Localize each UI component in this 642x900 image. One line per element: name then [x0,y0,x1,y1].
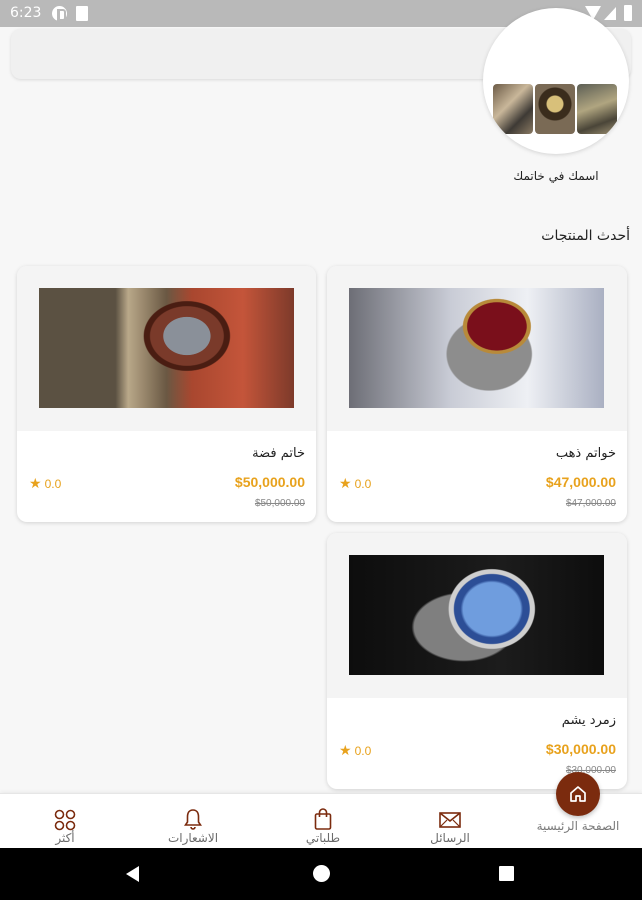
product-old-price: $50,000.00 [254,498,305,509]
product-old-price: $47,000.00 [565,498,616,509]
product-name: خاتم فضة [252,446,305,461]
product-image-area [327,533,627,698]
bell-icon [184,809,202,830]
battery-icon [624,5,632,21]
home-button[interactable] [556,772,600,816]
rating-value: 0.0 [44,477,62,491]
recent-apps-icon[interactable] [499,866,514,881]
shopping-bag-icon [314,808,332,830]
nav-notifications-label: الاشعارات [167,831,219,845]
system-navigation-bar [0,848,642,900]
product-rating: ★ 0.0 [339,475,371,492]
product-rating: ★ 0.0 [339,742,371,759]
nav-notifications[interactable]: الاشعارات [155,794,231,849]
star-icon: ★ [339,475,352,491]
product-price: $50,000.00 [234,474,305,490]
envelope-icon [439,812,461,828]
back-icon[interactable] [126,866,139,882]
product-card[interactable]: خواتم ذهب $47,000.00 $47,000.00 ★ 0.0 [327,266,627,522]
product-name: زمرد يشم [561,713,616,728]
cellular-signal-icon [604,7,616,20]
product-image [39,288,294,408]
product-image [349,288,604,408]
bottom-navigation: الصفحة الرئيسية الرسائل طلباتي الاشعارات [0,793,642,848]
product-image-area [327,266,627,431]
grid-icon [54,809,76,831]
category-image [483,8,629,154]
product-rating: ★ 0.0 [29,475,61,492]
status-time: 6:23 [10,5,42,21]
rating-value: 0.0 [354,477,372,491]
nav-home-label: الصفحة الرئيسية [536,819,620,833]
nav-messages[interactable]: الرسائل [415,794,485,849]
star-icon: ★ [339,742,352,758]
nav-orders[interactable]: طلباتي [288,794,358,849]
product-name: خواتم ذهب [555,446,616,461]
product-card[interactable]: خاتم فضة $50,000.00 $50,000.00 ★ 0.0 [17,266,316,522]
category-label: اسمك في خاتمك [513,169,599,183]
star-icon: ★ [29,475,42,491]
nav-more[interactable]: أكثر [30,794,100,849]
nav-messages-label: الرسائل [430,831,470,845]
system-home-icon[interactable] [313,865,330,882]
rating-value: 0.0 [354,744,372,758]
product-image [349,555,604,675]
nav-orders-label: طلباتي [305,831,341,845]
sd-card-icon [76,6,88,21]
product-price: $47,000.00 [545,474,616,490]
nav-more-label: أكثر [55,831,75,845]
section-title: أحدث المنتجات [541,228,630,244]
category-photo [577,84,617,134]
category-item[interactable]: اسمك في خاتمك [483,8,629,190]
product-price: $30,000.00 [545,741,616,757]
notification-app-icon [52,6,67,21]
product-image-area [17,266,316,431]
home-icon [570,786,586,802]
category-photo [535,84,575,134]
product-card[interactable]: زمرد يشم $30,000.00 $30,000.00 ★ 0.0 [327,533,627,789]
category-photo [493,84,533,134]
